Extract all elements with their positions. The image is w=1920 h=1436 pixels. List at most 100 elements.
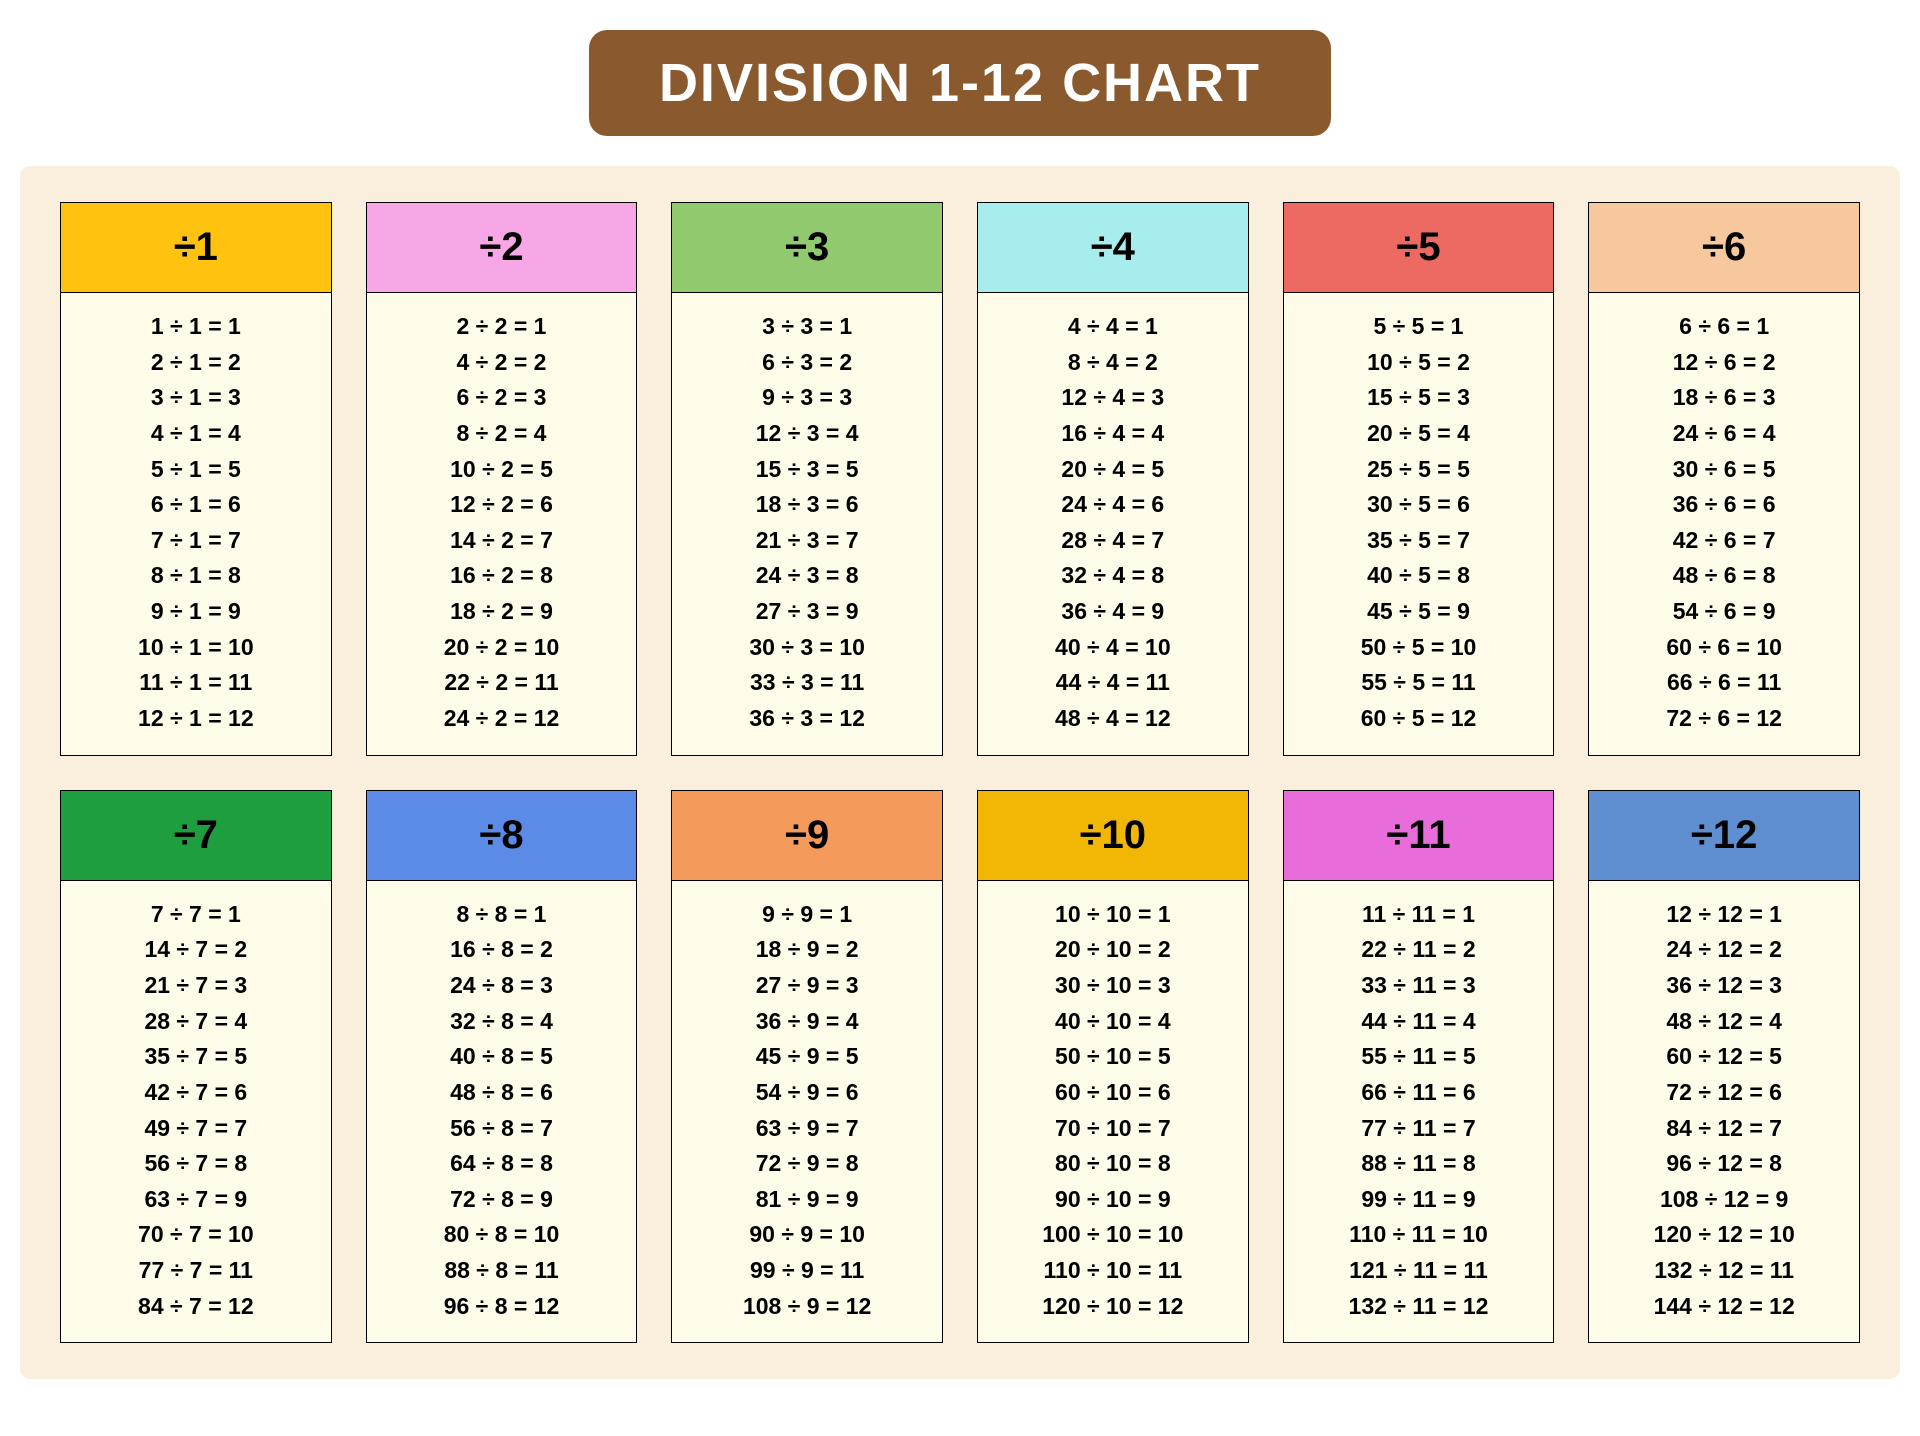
equation: 5 ÷ 5 = 1 <box>1292 309 1546 345</box>
equation: 8 ÷ 8 = 1 <box>375 897 629 933</box>
division-card-10: ÷10 10 ÷ 10 = 1 20 ÷ 10 = 2 30 ÷ 10 = 3 … <box>977 790 1249 1344</box>
equation: 12 ÷ 1 = 12 <box>69 701 323 737</box>
equation: 30 ÷ 10 = 3 <box>986 968 1240 1004</box>
equation: 25 ÷ 5 = 5 <box>1292 452 1546 488</box>
division-card-12: ÷12 12 ÷ 12 = 1 24 ÷ 12 = 2 36 ÷ 12 = 3 … <box>1588 790 1860 1344</box>
card-body-11: 11 ÷ 11 = 1 22 ÷ 11 = 2 33 ÷ 11 = 3 44 ÷… <box>1284 881 1554 1343</box>
equation: 42 ÷ 7 = 6 <box>69 1075 323 1111</box>
division-card-11: ÷11 11 ÷ 11 = 1 22 ÷ 11 = 2 33 ÷ 11 = 3 … <box>1283 790 1555 1344</box>
equation: 8 ÷ 4 = 2 <box>986 345 1240 381</box>
division-card-7: ÷7 7 ÷ 7 = 1 14 ÷ 7 = 2 21 ÷ 7 = 3 28 ÷ … <box>60 790 332 1344</box>
division-card-3: ÷3 3 ÷ 3 = 1 6 ÷ 3 = 2 9 ÷ 3 = 3 12 ÷ 3 … <box>671 202 943 756</box>
card-body-9: 9 ÷ 9 = 1 18 ÷ 9 = 2 27 ÷ 9 = 3 36 ÷ 9 =… <box>672 881 942 1343</box>
card-body-7: 7 ÷ 7 = 1 14 ÷ 7 = 2 21 ÷ 7 = 3 28 ÷ 7 =… <box>61 881 331 1343</box>
equation: 48 ÷ 8 = 6 <box>375 1075 629 1111</box>
equation: 56 ÷ 7 = 8 <box>69 1146 323 1182</box>
equation: 18 ÷ 9 = 2 <box>680 932 934 968</box>
equation: 70 ÷ 10 = 7 <box>986 1111 1240 1147</box>
equation: 40 ÷ 5 = 8 <box>1292 558 1546 594</box>
equation: 4 ÷ 4 = 1 <box>986 309 1240 345</box>
equation: 56 ÷ 8 = 7 <box>375 1111 629 1147</box>
equation: 36 ÷ 6 = 6 <box>1597 487 1851 523</box>
card-header-3: ÷3 <box>672 203 942 293</box>
equation: 1 ÷ 1 = 1 <box>69 309 323 345</box>
equation: 20 ÷ 4 = 5 <box>986 452 1240 488</box>
equation: 60 ÷ 6 = 10 <box>1597 630 1851 666</box>
equation: 120 ÷ 10 = 12 <box>986 1289 1240 1325</box>
equation: 24 ÷ 4 = 6 <box>986 487 1240 523</box>
equation: 9 ÷ 1 = 9 <box>69 594 323 630</box>
equation: 108 ÷ 12 = 9 <box>1597 1182 1851 1218</box>
equation: 6 ÷ 3 = 2 <box>680 345 934 381</box>
equation: 36 ÷ 3 = 12 <box>680 701 934 737</box>
equation: 11 ÷ 1 = 11 <box>69 665 323 701</box>
equation: 55 ÷ 5 = 11 <box>1292 665 1546 701</box>
equation: 20 ÷ 2 = 10 <box>375 630 629 666</box>
equation: 18 ÷ 2 = 9 <box>375 594 629 630</box>
equation: 60 ÷ 5 = 12 <box>1292 701 1546 737</box>
division-grid: ÷1 1 ÷ 1 = 1 2 ÷ 1 = 2 3 ÷ 1 = 3 4 ÷ 1 =… <box>60 202 1860 1343</box>
card-body-1: 1 ÷ 1 = 1 2 ÷ 1 = 2 3 ÷ 1 = 3 4 ÷ 1 = 4 … <box>61 293 331 755</box>
division-card-1: ÷1 1 ÷ 1 = 1 2 ÷ 1 = 2 3 ÷ 1 = 3 4 ÷ 1 =… <box>60 202 332 756</box>
equation: 22 ÷ 2 = 11 <box>375 665 629 701</box>
equation: 30 ÷ 5 = 6 <box>1292 487 1546 523</box>
equation: 10 ÷ 1 = 10 <box>69 630 323 666</box>
equation: 15 ÷ 3 = 5 <box>680 452 934 488</box>
equation: 6 ÷ 1 = 6 <box>69 487 323 523</box>
equation: 72 ÷ 12 = 6 <box>1597 1075 1851 1111</box>
equation: 2 ÷ 1 = 2 <box>69 345 323 381</box>
card-header-5: ÷5 <box>1284 203 1554 293</box>
equation: 48 ÷ 4 = 12 <box>986 701 1240 737</box>
equation: 84 ÷ 12 = 7 <box>1597 1111 1851 1147</box>
card-body-6: 6 ÷ 6 = 1 12 ÷ 6 = 2 18 ÷ 6 = 3 24 ÷ 6 =… <box>1589 293 1859 755</box>
equation: 60 ÷ 10 = 6 <box>986 1075 1240 1111</box>
equation: 96 ÷ 8 = 12 <box>375 1289 629 1325</box>
equation: 14 ÷ 7 = 2 <box>69 932 323 968</box>
equation: 12 ÷ 3 = 4 <box>680 416 934 452</box>
equation: 36 ÷ 12 = 3 <box>1597 968 1851 1004</box>
equation: 132 ÷ 12 = 11 <box>1597 1253 1851 1289</box>
equation: 100 ÷ 10 = 10 <box>986 1217 1240 1253</box>
equation: 48 ÷ 6 = 8 <box>1597 558 1851 594</box>
equation: 54 ÷ 6 = 9 <box>1597 594 1851 630</box>
equation: 6 ÷ 6 = 1 <box>1597 309 1851 345</box>
equation: 40 ÷ 8 = 5 <box>375 1039 629 1075</box>
equation: 12 ÷ 2 = 6 <box>375 487 629 523</box>
equation: 12 ÷ 4 = 3 <box>986 380 1240 416</box>
equation: 24 ÷ 6 = 4 <box>1597 416 1851 452</box>
card-header-6: ÷6 <box>1589 203 1859 293</box>
equation: 55 ÷ 11 = 5 <box>1292 1039 1546 1075</box>
equation: 12 ÷ 6 = 2 <box>1597 345 1851 381</box>
equation: 84 ÷ 7 = 12 <box>69 1289 323 1325</box>
card-header-12: ÷12 <box>1589 791 1859 881</box>
equation: 9 ÷ 3 = 3 <box>680 380 934 416</box>
equation: 40 ÷ 4 = 10 <box>986 630 1240 666</box>
card-header-7: ÷7 <box>61 791 331 881</box>
equation: 77 ÷ 11 = 7 <box>1292 1111 1546 1147</box>
equation: 20 ÷ 5 = 4 <box>1292 416 1546 452</box>
page-title: DIVISION 1-12 CHART <box>589 30 1331 136</box>
equation: 48 ÷ 12 = 4 <box>1597 1004 1851 1040</box>
equation: 15 ÷ 5 = 3 <box>1292 380 1546 416</box>
card-body-10: 10 ÷ 10 = 1 20 ÷ 10 = 2 30 ÷ 10 = 3 40 ÷… <box>978 881 1248 1343</box>
equation: 4 ÷ 1 = 4 <box>69 416 323 452</box>
equation: 63 ÷ 9 = 7 <box>680 1111 934 1147</box>
equation: 33 ÷ 3 = 11 <box>680 665 934 701</box>
division-card-2: ÷2 2 ÷ 2 = 1 4 ÷ 2 = 2 6 ÷ 2 = 3 8 ÷ 2 =… <box>366 202 638 756</box>
equation: 5 ÷ 1 = 5 <box>69 452 323 488</box>
equation: 110 ÷ 11 = 10 <box>1292 1217 1546 1253</box>
equation: 77 ÷ 7 = 11 <box>69 1253 323 1289</box>
equation: 8 ÷ 2 = 4 <box>375 416 629 452</box>
equation: 88 ÷ 11 = 8 <box>1292 1146 1546 1182</box>
equation: 24 ÷ 3 = 8 <box>680 558 934 594</box>
equation: 6 ÷ 2 = 3 <box>375 380 629 416</box>
equation: 22 ÷ 11 = 2 <box>1292 932 1546 968</box>
equation: 90 ÷ 9 = 10 <box>680 1217 934 1253</box>
equation: 132 ÷ 11 = 12 <box>1292 1289 1546 1325</box>
division-card-6: ÷6 6 ÷ 6 = 1 12 ÷ 6 = 2 18 ÷ 6 = 3 24 ÷ … <box>1588 202 1860 756</box>
equation: 40 ÷ 10 = 4 <box>986 1004 1240 1040</box>
equation: 32 ÷ 8 = 4 <box>375 1004 629 1040</box>
equation: 45 ÷ 9 = 5 <box>680 1039 934 1075</box>
equation: 27 ÷ 3 = 9 <box>680 594 934 630</box>
equation: 27 ÷ 9 = 3 <box>680 968 934 1004</box>
